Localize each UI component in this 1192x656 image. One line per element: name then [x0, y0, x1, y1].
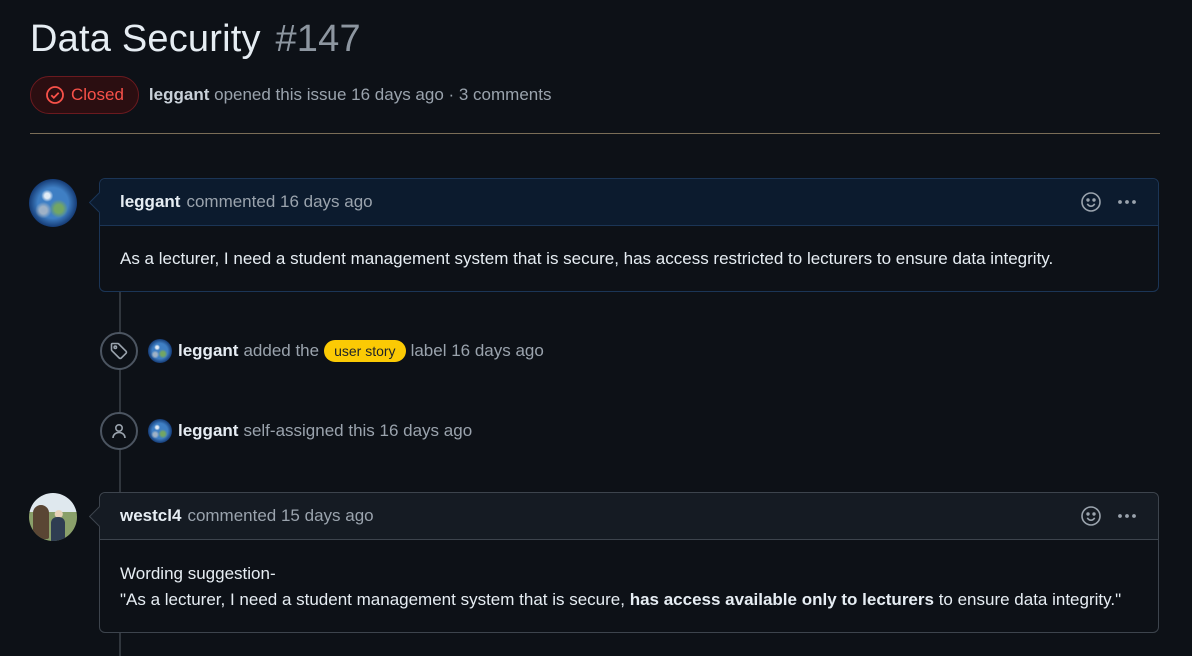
closed-check-icon [45, 85, 65, 105]
smiley-icon[interactable] [1080, 505, 1102, 527]
comment-body-line: Wording suggestion- [120, 564, 276, 583]
state-label: Closed [71, 85, 124, 104]
issue-meta: Closed leggant opened this issue 16 days… [30, 76, 551, 114]
issue-author-link[interactable]: leggant [149, 85, 209, 104]
comment-author-link[interactable]: leggant [120, 192, 180, 212]
comment-actions [1080, 505, 1138, 527]
avatar[interactable] [29, 179, 77, 227]
event-actor-link[interactable]: leggant [178, 421, 238, 441]
comment-timestamp[interactable]: commented 15 days ago [187, 506, 373, 526]
avatar[interactable] [148, 419, 172, 443]
comment-box: westcl4 commented 15 days ago Wording su… [88, 492, 1159, 633]
comment-box: leggant commented 16 days ago As a lectu… [88, 178, 1159, 292]
kebab-menu-icon[interactable] [1116, 191, 1138, 213]
comment-body-line: "As a lecturer, I need a student managem… [120, 587, 1138, 613]
quote-bold-text: has access available only to lecturers [629, 590, 934, 609]
smiley-icon[interactable] [1080, 191, 1102, 213]
comment-actions [1080, 191, 1138, 213]
issue-opened-text: opened this issue 16 days ago · 3 commen… [214, 85, 552, 104]
tag-icon [109, 341, 129, 361]
issue-page: Data Security #147 Closed leggant opened… [0, 0, 1192, 656]
comment-header: westcl4 commented 15 days ago [100, 493, 1158, 540]
timeline-event-labeled: leggant added the user story label 16 da… [100, 332, 544, 370]
issue-title-text: Data Security [30, 18, 261, 60]
header-divider [30, 133, 1160, 134]
event-text: label 16 days ago [410, 341, 544, 360]
avatar[interactable] [148, 339, 172, 363]
event-actor-link[interactable]: leggant [178, 341, 238, 361]
event-text: added the [243, 341, 320, 360]
comment-timestamp[interactable]: commented 16 days ago [186, 192, 372, 212]
avatar[interactable] [29, 493, 77, 541]
state-badge: Closed [30, 76, 139, 114]
quote-text: "As a lecturer, I need a student managem… [120, 590, 630, 609]
event-badge [100, 332, 138, 370]
quote-text: to ensure data integrity." [933, 590, 1122, 609]
issue-title: Data Security #147 [30, 18, 361, 61]
comment-body: As a lecturer, I need a student manageme… [120, 249, 1054, 268]
timeline-event-assigned: leggant self-assigned this 16 days ago [100, 412, 472, 450]
event-badge [100, 412, 138, 450]
kebab-menu-icon[interactable] [1116, 505, 1138, 527]
comment-header: leggant commented 16 days ago [100, 179, 1158, 226]
comment-body: Wording suggestion- "As a lecturer, I ne… [100, 540, 1158, 633]
issue-number: #147 [275, 18, 361, 60]
person-icon [109, 421, 129, 441]
label-user-story[interactable]: user story [324, 340, 406, 362]
comment-author-link[interactable]: westcl4 [120, 506, 181, 526]
event-text: self-assigned this 16 days ago [243, 421, 473, 440]
